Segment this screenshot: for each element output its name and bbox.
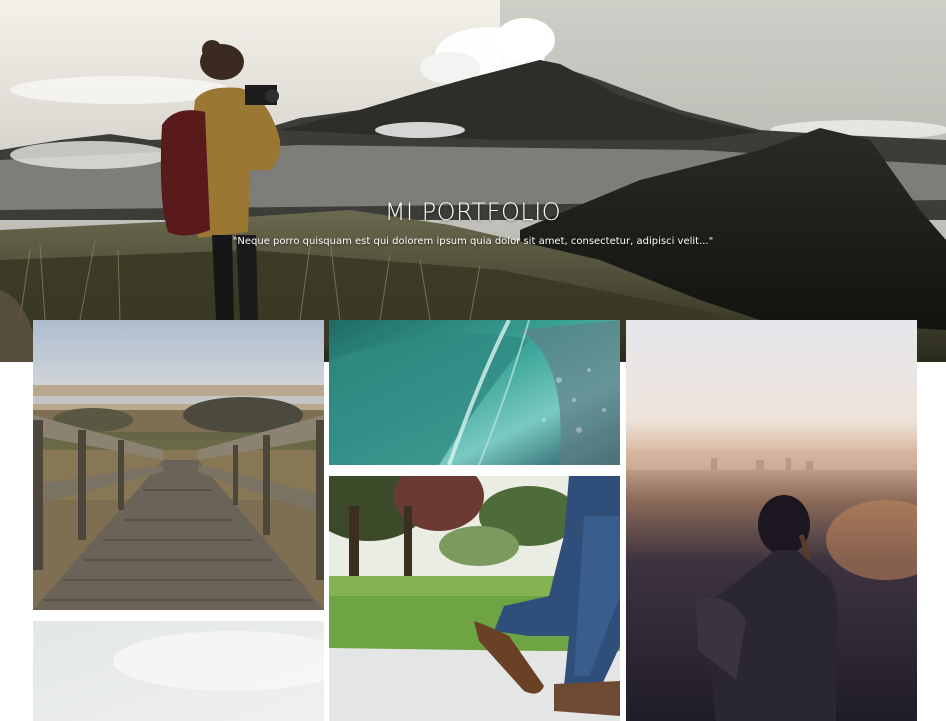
hero-subtitle: "Neque porro quisquam est qui dolorem ip… xyxy=(232,236,714,247)
gallery-item-boardwalk[interactable] xyxy=(33,320,324,610)
sunset-image xyxy=(626,320,917,721)
walker-image xyxy=(329,476,620,721)
gallery-item-sunset[interactable] xyxy=(626,320,917,721)
fog-image xyxy=(33,621,324,721)
gallery-item-walker[interactable] xyxy=(329,476,620,721)
wave-image xyxy=(329,320,620,465)
gallery-item-wave[interactable] xyxy=(329,320,620,465)
hero-title: MI PORTFOLIO xyxy=(384,198,562,226)
hero-banner: MI PORTFOLIO "Neque porro quisquam est q… xyxy=(0,0,946,362)
gallery-item-fog[interactable] xyxy=(33,621,324,721)
boardwalk-image xyxy=(33,320,324,610)
hero-background-image xyxy=(0,0,946,362)
